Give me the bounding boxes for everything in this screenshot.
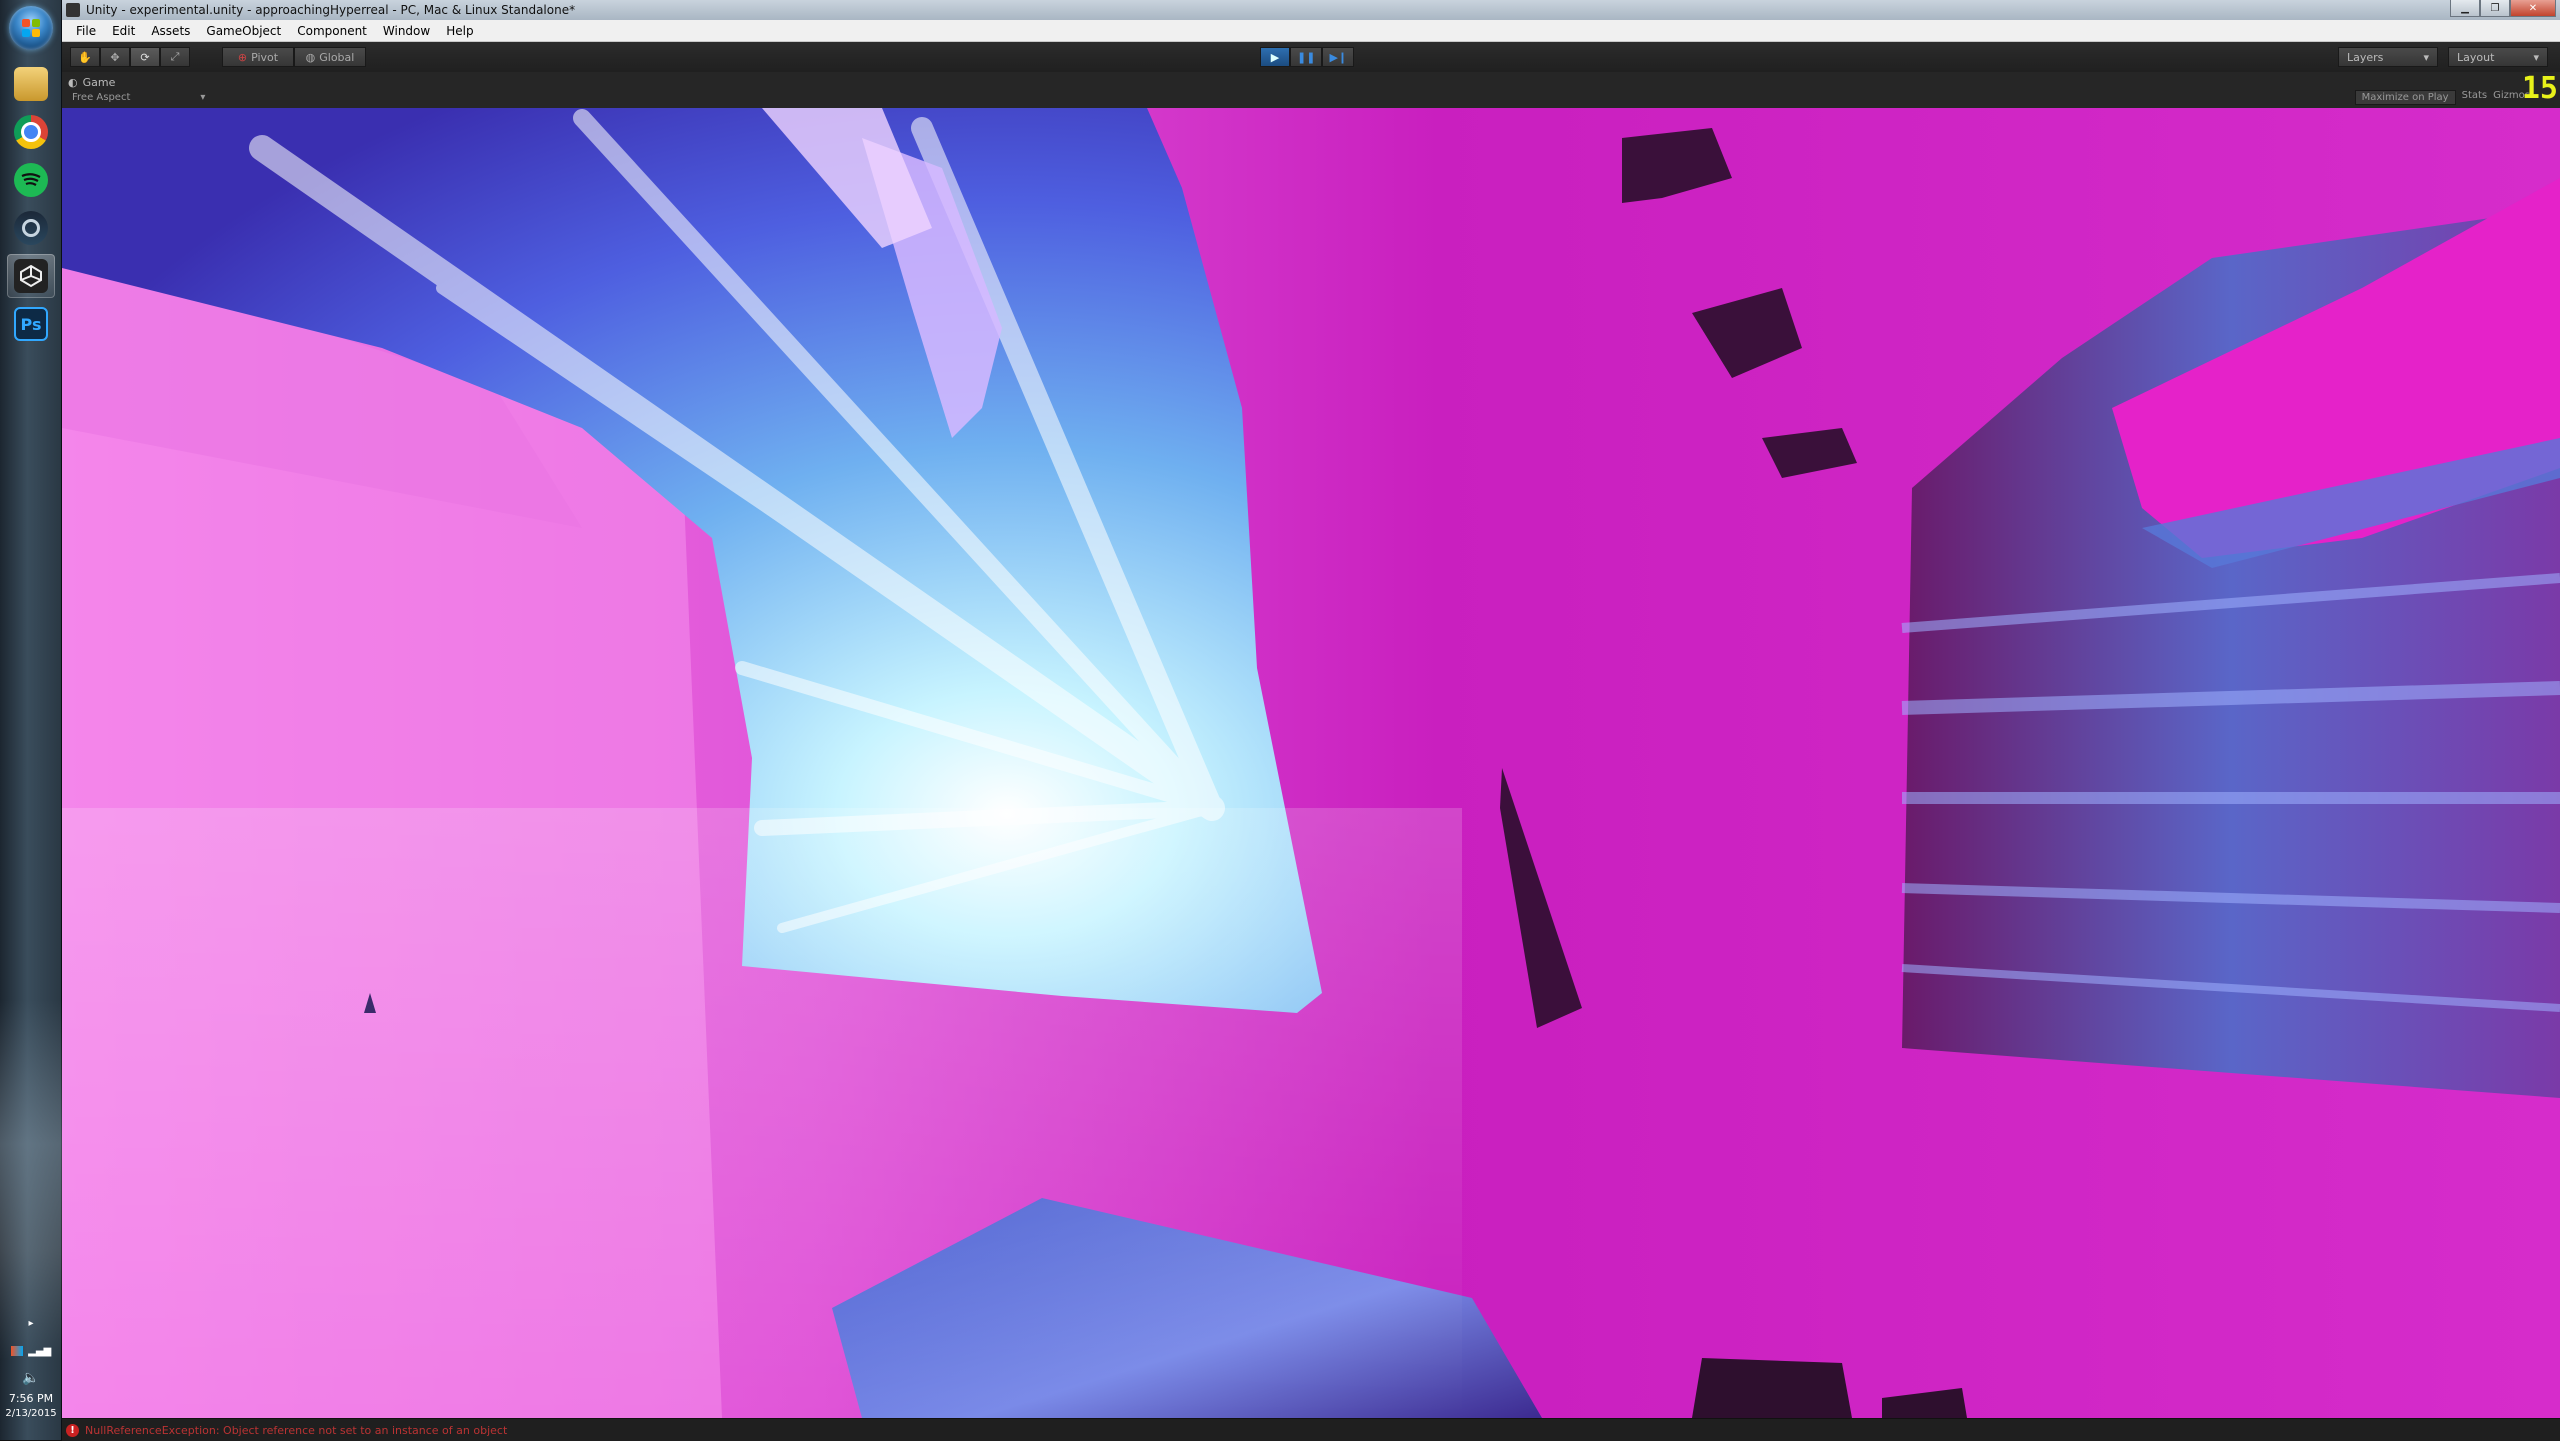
play-button[interactable]: ▶ — [1260, 47, 1290, 67]
game-viewport[interactable] — [62, 108, 2560, 1418]
pivot-toggle[interactable]: ⊕ Pivot — [222, 47, 294, 67]
error-icon: ! — [66, 1423, 79, 1437]
handle-toggles: ⊕ Pivot ◍ Global — [222, 47, 366, 67]
pivot-label: Pivot — [251, 50, 279, 64]
chevron-down-icon: ▾ — [2533, 50, 2539, 64]
window-title-bar: Unity - experimental.unity - approaching… — [62, 0, 2560, 20]
tray-expand-arrow-icon[interactable]: ▸ — [0, 1318, 62, 1329]
main-toolbar: ✋ ✥ ⟳ ⤢ ⊕ Pivot ◍ Global ▶ ❚❚ ▶❙ Layers … — [62, 42, 2560, 73]
scale-tool-button[interactable]: ⤢ — [160, 47, 190, 67]
status-message: NullReferenceException: Object reference… — [85, 1423, 508, 1437]
stats-toggle[interactable]: Stats — [2462, 90, 2488, 105]
global-label: Global — [319, 50, 355, 64]
windows-taskbar: Ps ▸ ▂▄▆ 🔈 7:56 PM 2/13/2015 — [0, 0, 62, 1440]
maximize-button[interactable]: ❐ — [2480, 0, 2510, 17]
hand-icon: ✋ — [78, 50, 92, 64]
game-view-header: ◐ Game Free Aspect ▾ Maximize on Play St… — [62, 72, 2560, 109]
layers-label: Layers — [2347, 50, 2384, 64]
step-button[interactable]: ▶❙ — [1322, 47, 1355, 67]
volume-icon[interactable]: 🔈 — [0, 1370, 62, 1386]
unity-icon — [14, 259, 48, 293]
menu-bar: File Edit Assets GameObject Component Wi… — [62, 20, 2560, 42]
game-tab-icon: ◐ — [68, 75, 78, 89]
layout-dropdown[interactable]: Layout ▾ — [2448, 47, 2548, 67]
console-status-bar[interactable]: ! NullReferenceException: Object referen… — [62, 1418, 2560, 1441]
hand-tool-button[interactable]: ✋ — [70, 47, 100, 67]
layers-dropdown[interactable]: Layers ▾ — [2338, 47, 2438, 67]
explorer-icon — [14, 67, 48, 101]
unity-app-icon — [66, 3, 80, 17]
steam-icon — [14, 211, 48, 245]
maximize-on-play-toggle[interactable]: Maximize on Play — [2354, 90, 2456, 105]
menu-window[interactable]: Window — [375, 24, 438, 38]
photoshop-icon: Ps — [14, 307, 48, 341]
photoshop-label: Ps — [20, 314, 42, 334]
action-center-flag-icon[interactable] — [10, 1346, 23, 1356]
spotify-icon — [14, 163, 48, 197]
chevron-down-icon: ▾ — [200, 92, 206, 103]
window-controls: ▁ ❐ ✕ — [2450, 0, 2556, 18]
windows-flag-icon — [22, 19, 40, 37]
tab-game[interactable]: ◐ Game — [68, 74, 115, 90]
taskbar-spotify[interactable] — [7, 158, 55, 202]
menu-gameobject[interactable]: GameObject — [198, 24, 289, 38]
global-toggle[interactable]: ◍ Global — [294, 47, 366, 67]
transform-tools: ✋ ✥ ⟳ ⤢ — [70, 47, 190, 67]
rotate-tool-button[interactable]: ⟳ — [130, 47, 160, 67]
menu-component[interactable]: Component — [289, 24, 375, 38]
aspect-label: Free Aspect — [72, 92, 131, 103]
chrome-icon — [14, 115, 48, 149]
move-icon: ✥ — [110, 50, 120, 64]
play-controls: ▶ ❚❚ ▶❙ — [1260, 47, 1355, 67]
taskbar-glass — [0, 1000, 62, 1360]
clock-time[interactable]: 7:56 PM — [0, 1392, 62, 1405]
start-button[interactable] — [9, 6, 53, 50]
pivot-icon: ⊕ — [237, 50, 248, 64]
layout-label: Layout — [2457, 50, 2495, 64]
menu-edit[interactable]: Edit — [104, 24, 143, 38]
game-tab-label: Game — [82, 75, 116, 89]
move-tool-button[interactable]: ✥ — [100, 47, 130, 67]
menu-assets[interactable]: Assets — [143, 24, 198, 38]
play-icon: ▶ — [1270, 50, 1280, 64]
taskbar-explorer[interactable] — [7, 62, 55, 106]
pause-button[interactable]: ❚❚ — [1290, 47, 1323, 67]
menu-file[interactable]: File — [68, 24, 104, 38]
rotate-icon: ⟳ — [140, 50, 150, 64]
taskbar-unity[interactable] — [7, 254, 55, 298]
taskbar-photoshop[interactable]: Ps — [7, 302, 55, 346]
taskbar-steam[interactable] — [7, 206, 55, 250]
aspect-dropdown[interactable]: Free Aspect ▾ — [72, 92, 205, 103]
clock-date[interactable]: 2/13/2015 — [0, 1408, 62, 1419]
globe-icon: ◍ — [305, 50, 316, 64]
step-icon: ▶❙ — [1329, 50, 1348, 64]
fps-counter: 15 — [2521, 71, 2558, 106]
window-title: Unity - experimental.unity - approaching… — [86, 3, 576, 17]
chevron-down-icon: ▾ — [2423, 50, 2429, 64]
minimize-button[interactable]: ▁ — [2450, 0, 2480, 17]
scale-icon: ⤢ — [170, 50, 180, 63]
taskbar-chrome[interactable] — [7, 110, 55, 154]
tray-icons: ▂▄▆ — [0, 1346, 62, 1357]
menu-help[interactable]: Help — [438, 24, 481, 38]
network-signal-icon[interactable]: ▂▄▆ — [28, 1346, 51, 1357]
game-view-options: Maximize on Play Stats Gizmos — [2354, 90, 2530, 105]
close-button[interactable]: ✕ — [2510, 0, 2556, 17]
pause-icon: ❚❚ — [1297, 50, 1316, 64]
game-render — [62, 108, 2560, 1418]
